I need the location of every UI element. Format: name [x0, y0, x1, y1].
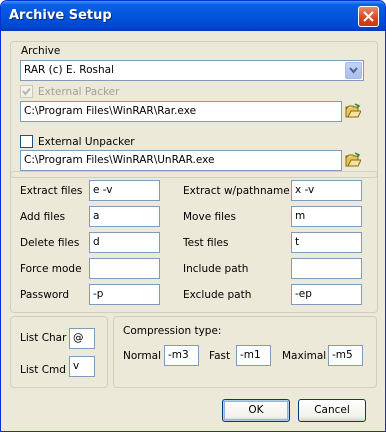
extract-files-field[interactable]: e -v [89, 180, 160, 201]
archive-setup-dialog: Archive Setup Archive RAR (c) E. Roshal … [0, 0, 386, 432]
title-bar[interactable]: Archive Setup [1, 1, 385, 31]
folder-open-icon [345, 103, 362, 118]
external-packer-checkbox[interactable] [20, 85, 33, 98]
list-cmd-field[interactable]: v [69, 356, 95, 377]
close-button[interactable] [358, 6, 379, 27]
maximal-field[interactable]: -m5 [328, 345, 363, 366]
normal-label: Normal [123, 350, 161, 362]
exclude-path-field[interactable]: -ep [291, 284, 362, 305]
browse-packer-button[interactable] [345, 103, 362, 119]
external-unpacker-checkbox[interactable] [20, 135, 33, 148]
include-path-label: Include path [183, 263, 249, 275]
exclude-path-label: Exclude path [183, 289, 252, 301]
test-files-field[interactable]: t [291, 232, 362, 253]
list-char-label: List Char [20, 332, 67, 344]
checkmark-icon [22, 87, 31, 96]
cancel-button[interactable]: Cancel [298, 399, 366, 422]
archive-select[interactable]: RAR (c) E. Roshal [20, 60, 364, 81]
extract-w-pathname-label: Extract w/pathname [183, 185, 290, 197]
browse-unpacker-button[interactable] [345, 152, 362, 168]
move-files-field[interactable]: m [291, 206, 362, 227]
add-files-field[interactable]: a [89, 206, 160, 227]
maximal-label: Maximal [282, 350, 327, 362]
fast-field[interactable]: -m1 [236, 345, 271, 366]
test-files-label: Test files [183, 237, 229, 249]
extract-files-label: Extract files [20, 185, 83, 197]
list-char-field[interactable]: @ [69, 328, 95, 349]
extract-w-pathname-field[interactable]: x -v [291, 180, 362, 201]
move-files-label: Move files [183, 211, 236, 223]
add-files-label: Add files [20, 211, 66, 223]
archive-select-value: RAR (c) E. Roshal [24, 64, 115, 76]
list-group [10, 316, 108, 388]
dropdown-button[interactable] [345, 62, 362, 79]
external-unpacker-label: External Unpacker [38, 136, 135, 148]
archive-group-label: Archive [21, 45, 61, 57]
force-mode-label: Force mode [20, 263, 82, 275]
folder-open-icon [345, 152, 362, 167]
window-title: Archive Setup [9, 8, 112, 23]
password-field[interactable]: -p [89, 284, 160, 305]
compression-type-title: Compression type: [123, 325, 222, 337]
external-packer-label: External Packer [38, 86, 120, 98]
normal-field[interactable]: -m3 [164, 345, 199, 366]
close-icon [363, 11, 374, 22]
list-cmd-label: List Cmd [20, 364, 66, 376]
include-path-field[interactable] [291, 258, 362, 279]
external-unpacker-path[interactable]: C:\Program Files\WinRAR\UnRAR.exe [20, 150, 342, 171]
force-mode-field[interactable] [89, 258, 160, 279]
password-label: Password [20, 289, 70, 301]
chevron-down-icon [349, 67, 358, 74]
ok-button[interactable]: OK [222, 399, 290, 422]
delete-files-field[interactable]: d [89, 232, 160, 253]
fast-label: Fast [209, 350, 231, 362]
delete-files-label: Delete files [20, 237, 80, 249]
external-packer-path[interactable]: C:\Program Files\WinRAR\Rar.exe [20, 101, 342, 122]
